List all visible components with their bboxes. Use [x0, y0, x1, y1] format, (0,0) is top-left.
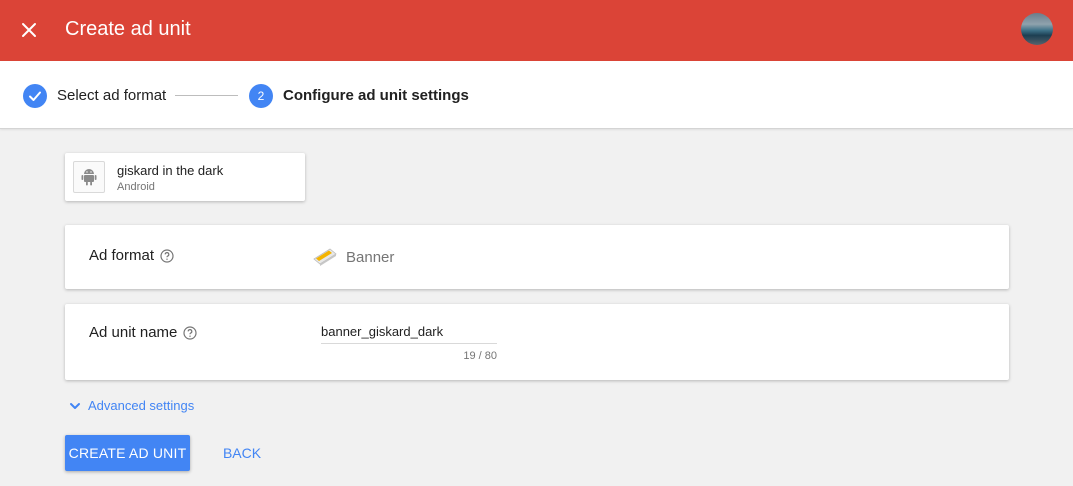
back-button[interactable]: BACK: [213, 435, 271, 471]
check-icon: [29, 91, 41, 101]
close-icon: [22, 23, 36, 37]
help-icon[interactable]: [160, 248, 174, 263]
step-complete-indicator: [23, 84, 47, 108]
step-select-ad-format[interactable]: Select ad format: [57, 87, 166, 104]
help-icon[interactable]: [183, 325, 197, 340]
ad-unit-name-input[interactable]: [321, 320, 497, 344]
app-header: Create ad unit: [0, 0, 1073, 61]
page-title: Create ad unit: [65, 18, 191, 40]
create-ad-unit-button[interactable]: CREATE AD UNIT: [65, 435, 190, 471]
step-number-indicator: 2: [249, 84, 273, 108]
ad-format-card: Ad format Banner: [65, 225, 1009, 289]
app-name: giskard in the dark: [117, 163, 224, 178]
banner-icon: [312, 247, 338, 267]
advanced-settings-label: Advanced settings: [88, 398, 195, 413]
app-platform: Android: [117, 181, 155, 193]
step-configure-ad-unit: Configure ad unit settings: [283, 87, 469, 104]
advanced-settings-toggle[interactable]: Advanced settings: [68, 398, 194, 413]
ad-format-label: Ad format: [89, 247, 155, 264]
close-button[interactable]: [14, 15, 44, 45]
avatar[interactable]: [1021, 13, 1053, 45]
ad-unit-name-card: Ad unit name 19 / 80: [65, 304, 1009, 380]
ad-unit-name-label-group: Ad unit name: [89, 324, 197, 341]
stepper: Select ad format 2 Configure ad unit set…: [0, 61, 1073, 129]
ad-unit-name-label: Ad unit name: [89, 324, 178, 341]
ad-format-text: Banner: [346, 248, 395, 266]
char-counter: 19 / 80: [463, 350, 497, 362]
ad-format-label-group: Ad format: [89, 247, 174, 264]
android-icon: [81, 169, 97, 186]
app-icon: [73, 161, 105, 193]
app-card: giskard in the dark Android: [65, 153, 305, 201]
step-connector: [175, 95, 238, 96]
ad-format-value: Banner: [312, 247, 394, 267]
chevron-down-icon: [70, 402, 80, 409]
